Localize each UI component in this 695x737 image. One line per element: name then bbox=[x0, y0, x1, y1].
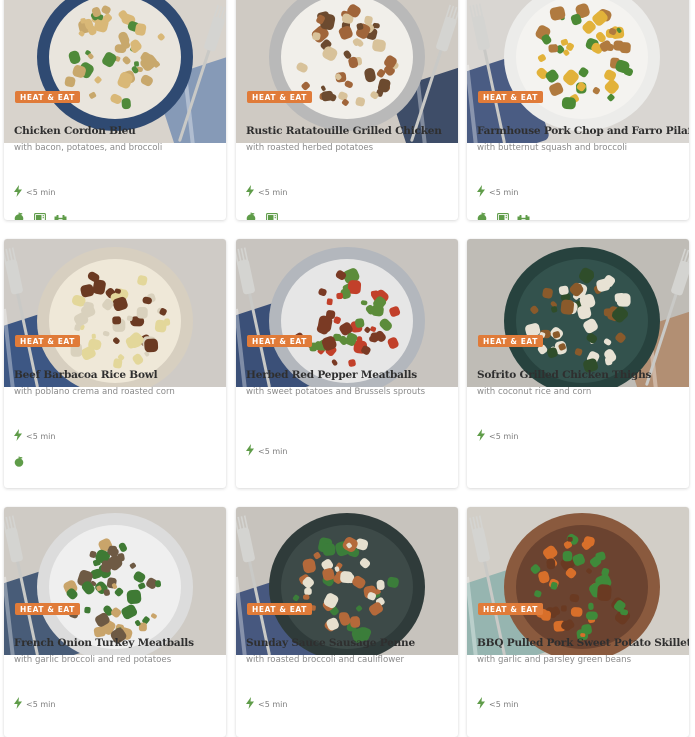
lightning-icon bbox=[477, 185, 485, 199]
prep-time: <5 min bbox=[14, 429, 56, 443]
meal-photo[interactable] bbox=[467, 239, 689, 387]
heat-eat-badge: HEAT & EAT bbox=[247, 335, 312, 347]
meal-photo[interactable] bbox=[4, 0, 226, 143]
heat-eat-badge: HEAT & EAT bbox=[15, 91, 80, 103]
meal-photo[interactable] bbox=[467, 507, 689, 655]
prep-time: <5 min bbox=[477, 697, 519, 711]
meal-subtitle: with bacon, potatoes, and broccoli bbox=[14, 143, 163, 153]
prep-time: <5 min bbox=[246, 185, 288, 199]
lightning-icon bbox=[14, 697, 22, 711]
prep-time: <5 min bbox=[14, 185, 56, 199]
meal-photo[interactable] bbox=[4, 507, 226, 655]
meal-photo[interactable] bbox=[236, 239, 458, 387]
meal-card[interactable]: HEAT & EAT Herbed Red Pepper Meatballs wit… bbox=[236, 239, 458, 488]
lightning-icon bbox=[477, 429, 485, 443]
heat-eat-badge: HEAT & EAT bbox=[15, 335, 80, 347]
lightning-icon bbox=[246, 697, 254, 711]
meal-title[interactable]: Herbed Red Pepper Meatballs bbox=[246, 369, 452, 381]
prep-time: <5 min bbox=[477, 185, 519, 199]
heat-eat-badge: HEAT & EAT bbox=[478, 91, 543, 103]
meal-subtitle: with garlic broccoli and red potatoes bbox=[14, 655, 172, 665]
prep-time-label: <5 min bbox=[489, 699, 519, 709]
prep-time-label: <5 min bbox=[489, 431, 519, 441]
lightning-icon bbox=[477, 697, 485, 711]
meal-tags bbox=[246, 208, 279, 220]
meal-card[interactable]: HEAT & EAT Beef Barbacoa Rice Bowl with po… bbox=[4, 239, 226, 488]
meal-tags bbox=[14, 208, 67, 220]
lightning-icon bbox=[14, 185, 22, 199]
meal-subtitle: with poblano crema and roasted corn bbox=[14, 387, 175, 397]
apple-icon bbox=[14, 452, 27, 467]
prep-time: <5 min bbox=[246, 697, 288, 711]
meal-subtitle: with roasted herbed potatoes bbox=[246, 143, 374, 153]
meal-title[interactable]: Rustic Ratatouille Grilled Chicken bbox=[246, 125, 452, 137]
heat-eat-badge: HEAT & EAT bbox=[478, 603, 543, 615]
meal-card[interactable]: HEAT & EAT French Onion Turkey Meatballs w… bbox=[4, 507, 226, 737]
meal-subtitle: with garlic and parsley green beans bbox=[477, 655, 632, 665]
heat-eat-badge: HEAT & EAT bbox=[15, 603, 80, 615]
meal-card[interactable]: HEAT & EAT Sunday Sauce Sausage Penne with… bbox=[236, 507, 458, 737]
meal-subtitle: with butternut squash and broccoli bbox=[477, 143, 628, 153]
lightning-icon bbox=[246, 444, 254, 458]
meal-subtitle: with sweet potatoes and Brussels sprouts bbox=[246, 387, 426, 397]
prep-time: <5 min bbox=[477, 429, 519, 443]
dumbbell-icon bbox=[517, 208, 530, 220]
apple-icon bbox=[246, 208, 259, 220]
microwave-icon bbox=[497, 208, 510, 220]
prep-time-label: <5 min bbox=[258, 699, 288, 709]
prep-time: <5 min bbox=[14, 697, 56, 711]
microwave-icon bbox=[266, 208, 279, 220]
meal-card[interactable]: HEAT & EAT Rustic Ratatouille Grilled Chi… bbox=[236, 0, 458, 220]
apple-icon bbox=[14, 208, 27, 220]
meal-title[interactable]: Chicken Cordon Bleu bbox=[14, 125, 220, 137]
meal-title[interactable]: French Onion Turkey Meatballs bbox=[14, 637, 220, 649]
lightning-icon bbox=[246, 185, 254, 199]
heat-eat-badge: HEAT & EAT bbox=[247, 91, 312, 103]
prep-time-label: <5 min bbox=[489, 187, 519, 197]
meal-photo[interactable] bbox=[236, 507, 458, 655]
meal-photo[interactable] bbox=[4, 239, 226, 387]
meal-card[interactable]: HEAT & EAT BBQ Pulled Pork Sweet Potato S… bbox=[467, 507, 689, 737]
meal-tags bbox=[477, 208, 530, 220]
prep-time-label: <5 min bbox=[258, 446, 288, 456]
heat-eat-badge: HEAT & EAT bbox=[247, 603, 312, 615]
meal-photo[interactable] bbox=[236, 0, 458, 143]
prep-time: <5 min bbox=[246, 444, 288, 458]
prep-time-label: <5 min bbox=[26, 431, 56, 441]
meal-subtitle: with roasted broccoli and cauliflower bbox=[246, 655, 405, 665]
prep-time-label: <5 min bbox=[26, 699, 56, 709]
prep-time-label: <5 min bbox=[258, 187, 288, 197]
meal-photo[interactable] bbox=[467, 0, 689, 143]
meal-card[interactable]: HEAT & EAT Sofrito Grilled Chicken Thighs… bbox=[467, 239, 689, 488]
lightning-icon bbox=[14, 429, 22, 443]
prep-time-label: <5 min bbox=[26, 187, 56, 197]
meal-card[interactable]: HEAT & EAT Farmhouse Pork Chop and Farro … bbox=[467, 0, 689, 220]
meal-title[interactable]: Sofrito Grilled Chicken Thighs bbox=[477, 369, 683, 381]
meal-title[interactable]: Farmhouse Pork Chop and Farro Pilaf bbox=[477, 125, 689, 137]
microwave-icon bbox=[34, 208, 47, 220]
meal-title[interactable]: Beef Barbacoa Rice Bowl bbox=[14, 369, 220, 381]
dumbbell-icon bbox=[54, 208, 67, 220]
apple-icon bbox=[477, 208, 490, 220]
meal-title[interactable]: BBQ Pulled Pork Sweet Potato Skillet bbox=[477, 637, 689, 649]
heat-eat-badge: HEAT & EAT bbox=[478, 335, 543, 347]
meal-card[interactable]: HEAT & EAT Chicken Cordon Bleu with bacon,… bbox=[4, 0, 226, 220]
meal-subtitle: with coconut rice and corn bbox=[477, 387, 592, 397]
meal-title[interactable]: Sunday Sauce Sausage Penne bbox=[246, 637, 452, 649]
meal-tags bbox=[14, 452, 27, 467]
